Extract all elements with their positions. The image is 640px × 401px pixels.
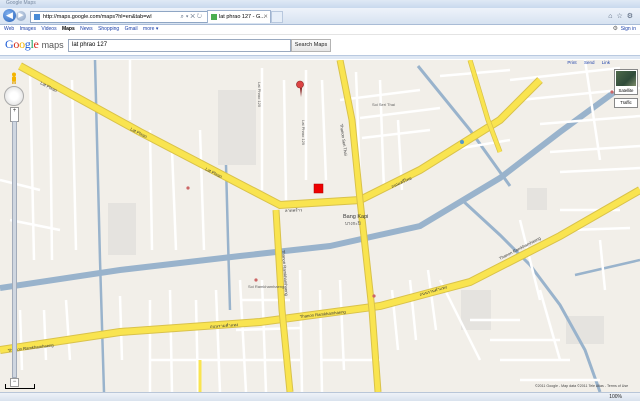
maps-favicon-icon	[211, 13, 217, 20]
satellite-label: Satellite	[618, 88, 634, 93]
gbar-link-more[interactable]: more ▾	[143, 25, 158, 34]
satellite-thumbnail	[616, 71, 636, 86]
gbar-link-news[interactable]: News	[80, 25, 93, 34]
gbar-link-web[interactable]: Web	[4, 25, 14, 34]
tab-active[interactable]: lat phrao 127 - G... ✕	[207, 10, 271, 23]
browser-toolbar: ◀ ▶ http://maps.google.com/maps?hl=en&ta…	[0, 8, 640, 25]
zoom-slider-track[interactable]	[12, 121, 17, 378]
logo-suffix: maps	[41, 40, 64, 50]
gbar-link-gmail[interactable]: Gmail	[125, 25, 138, 34]
address-bar[interactable]: http://maps.google.com/maps?hl=en&tab=wl…	[30, 11, 208, 23]
zoom-in-button[interactable]: +	[10, 107, 19, 122]
poi-icon	[460, 140, 464, 144]
location-marker-square[interactable]	[313, 183, 324, 194]
gear-icon[interactable]: ⚙	[613, 25, 618, 34]
favicon-icon	[34, 13, 40, 20]
road-label: Soi Seri Thai	[372, 102, 395, 107]
forward-icon[interactable]: ▶	[16, 11, 26, 21]
address-controls-icon[interactable]: ⌕▾✕↻	[180, 12, 204, 22]
window-title: Google Maps	[6, 0, 36, 6]
map-copyright: ©2011 Google - Map data ©2011 Tele Atlas…	[535, 384, 629, 388]
send-link[interactable]: Send	[584, 60, 595, 65]
traffic-button[interactable]: Traffic	[614, 98, 638, 108]
map-scale-bar	[5, 384, 35, 389]
header-separator	[0, 55, 640, 59]
map-block-grey	[566, 316, 604, 344]
logo-word: Google	[5, 37, 39, 51]
browser-tools-icons[interactable]: ⌂☆⚙	[608, 12, 637, 20]
close-tab-icon[interactable]: ✕	[263, 11, 268, 23]
place-label-bang-kapi-thai: บางกะปิ	[345, 221, 361, 227]
tab-title: lat phrao 127 - G...	[219, 14, 265, 20]
satellite-button[interactable]: Satellite	[614, 69, 638, 95]
road-label: Lat Phrao 125	[257, 82, 262, 108]
road-label: Lat Phrao 129	[301, 120, 306, 146]
map-block-grey	[218, 90, 256, 165]
google-bar: Web Images Videos Maps News Shopping Gma…	[0, 25, 640, 35]
map-block-grey	[527, 188, 547, 210]
new-tab-button[interactable]	[271, 11, 283, 23]
road-label: Soi Ramkhamhaeng	[248, 284, 284, 289]
map-type-control: Satellite Traffic	[614, 69, 638, 108]
map-block-grey	[461, 290, 491, 330]
gbar-link-shopping[interactable]: Shopping	[98, 25, 119, 34]
map-canvas[interactable]: Lat Phrao Lat Phrao Lat Phrao ลาดพร้าว T…	[0, 60, 640, 392]
google-maps-logo[interactable]: Google maps	[5, 37, 64, 52]
poi-icon	[186, 186, 190, 190]
gbar-link-videos[interactable]: Videos	[41, 25, 56, 34]
gbar-link-images[interactable]: Images	[20, 25, 36, 34]
map-block-grey	[108, 203, 136, 255]
sign-in-link[interactable]: Sign in	[621, 25, 636, 34]
map-tools: Print Send Link	[561, 60, 610, 65]
back-icon[interactable]: ◀	[3, 9, 16, 22]
poi-icon	[254, 278, 258, 282]
print-link[interactable]: Print	[567, 60, 576, 65]
link-link[interactable]: Link	[602, 60, 610, 65]
road-label: ลาดพร้าว	[285, 207, 303, 213]
browser-title-bar: Google Maps	[0, 0, 640, 8]
gbar-link-maps[interactable]: Maps	[62, 25, 75, 34]
poi-icon	[372, 294, 376, 298]
search-maps-button[interactable]: Search Maps	[291, 39, 331, 52]
place-label-bang-kapi: Bang Kapi	[343, 214, 368, 220]
pan-control-icon[interactable]	[4, 86, 24, 106]
pegman-icon[interactable]	[9, 72, 19, 84]
address-text: http://maps.google.com/maps?hl=en&tab=wl	[43, 14, 152, 20]
search-input[interactable]	[68, 39, 291, 52]
maps-header: Googlemaps Search Maps	[0, 35, 640, 54]
map-svg: Lat Phrao Lat Phrao Lat Phrao ลาดพร้าว T…	[0, 60, 640, 392]
